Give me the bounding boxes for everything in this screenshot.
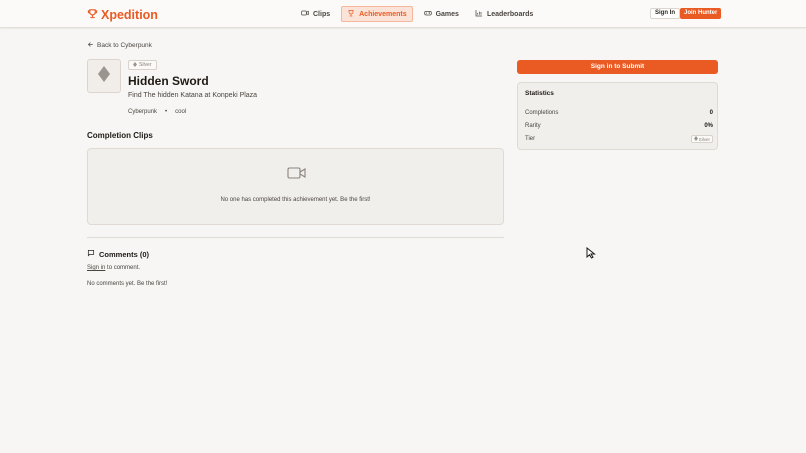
- game-link[interactable]: Cyberpunk: [128, 109, 157, 115]
- meta-separator: •: [165, 109, 168, 115]
- stat-completions: Completions 0: [525, 110, 713, 116]
- achievement-description: Find The hidden Katana at Konpeki Plaza: [128, 92, 258, 99]
- nav-clips[interactable]: Clips: [296, 6, 335, 22]
- achievement-title: Hidden Sword: [128, 74, 209, 88]
- stat-tier-badge: Silver: [690, 135, 713, 143]
- no-comments-text: No comments yet. Be the first!: [87, 281, 168, 287]
- top-navbar: Xpedition Clips Achievements Games Leade…: [0, 0, 806, 28]
- achievement-meta: Cyberpunk • cool: [128, 109, 186, 115]
- section-divider: [87, 237, 504, 238]
- achievement-icon: [87, 59, 121, 93]
- sign-in-button[interactable]: Sign In: [650, 8, 680, 19]
- bar-chart-icon: [475, 9, 483, 19]
- trophy-logo-icon: [87, 6, 98, 24]
- main-nav: Clips Achievements Games Leaderboards: [296, 6, 538, 22]
- video-icon: [301, 9, 309, 19]
- nav-achievements-label: Achievements: [359, 10, 407, 18]
- trophy-icon: [347, 9, 355, 19]
- clips-empty-state: No one has completed this achievement ye…: [87, 148, 504, 225]
- stat-rarity-value: 0%: [704, 123, 713, 129]
- sign-in-to-comment: Sign in to comment.: [87, 265, 140, 271]
- join-hunter-button[interactable]: Join Hunter: [680, 8, 722, 19]
- statistics-title: Statistics: [525, 90, 554, 97]
- stat-rarity: Rarity 0%: [525, 123, 713, 129]
- sign-in-to-submit-button[interactable]: Sign in to Submit: [517, 60, 718, 74]
- nav-leaderboards[interactable]: Leaderboards: [470, 6, 538, 22]
- statistics-card: Statistics Completions 0 Rarity 0% Tier …: [517, 82, 718, 150]
- stat-tier: Tier Silver: [525, 135, 713, 143]
- comments-heading-label: Comments (0): [99, 249, 150, 259]
- stat-completions-label: Completions: [525, 110, 559, 116]
- stat-tier-value: Silver: [698, 136, 710, 142]
- back-link[interactable]: Back to Cyberpunk: [87, 41, 152, 50]
- diamond-tiny-icon: [693, 136, 698, 142]
- back-link-label: Back to Cyberpunk: [97, 42, 152, 49]
- nav-clips-label: Clips: [313, 10, 331, 18]
- mouse-cursor-icon: [586, 246, 596, 264]
- comment-icon: [87, 249, 95, 259]
- nav-leaderboards-label: Leaderboards: [486, 10, 534, 18]
- sign-in-comment-suffix: to comment.: [105, 265, 141, 271]
- completion-clips-heading: Completion Clips: [87, 131, 153, 140]
- nav-achievements[interactable]: Achievements: [341, 6, 413, 22]
- nav-games-label: Games: [435, 10, 459, 18]
- arrow-left-icon: [87, 41, 94, 50]
- sign-in-comment-link[interactable]: Sign in: [87, 265, 105, 271]
- nav-games[interactable]: Games: [419, 6, 464, 22]
- stat-tier-label: Tier: [525, 136, 536, 142]
- stat-rarity-label: Rarity: [525, 123, 541, 129]
- achievement-tag: cool: [175, 109, 187, 115]
- tier-badge-label: Silver: [139, 62, 152, 68]
- brand-logo[interactable]: Xpedition: [87, 6, 158, 24]
- stat-completions-value: 0: [709, 110, 713, 116]
- comments-heading: Comments (0): [87, 249, 149, 259]
- video-camera-icon: [287, 166, 307, 185]
- diamond-small-icon: [133, 61, 137, 69]
- tier-badge: Silver: [128, 60, 157, 70]
- diamond-icon: [97, 65, 111, 88]
- clips-empty-text: No one has completed this achievement ye…: [220, 197, 371, 203]
- gamepad-icon: [423, 9, 432, 19]
- brand-name: Xpedition: [101, 8, 158, 22]
